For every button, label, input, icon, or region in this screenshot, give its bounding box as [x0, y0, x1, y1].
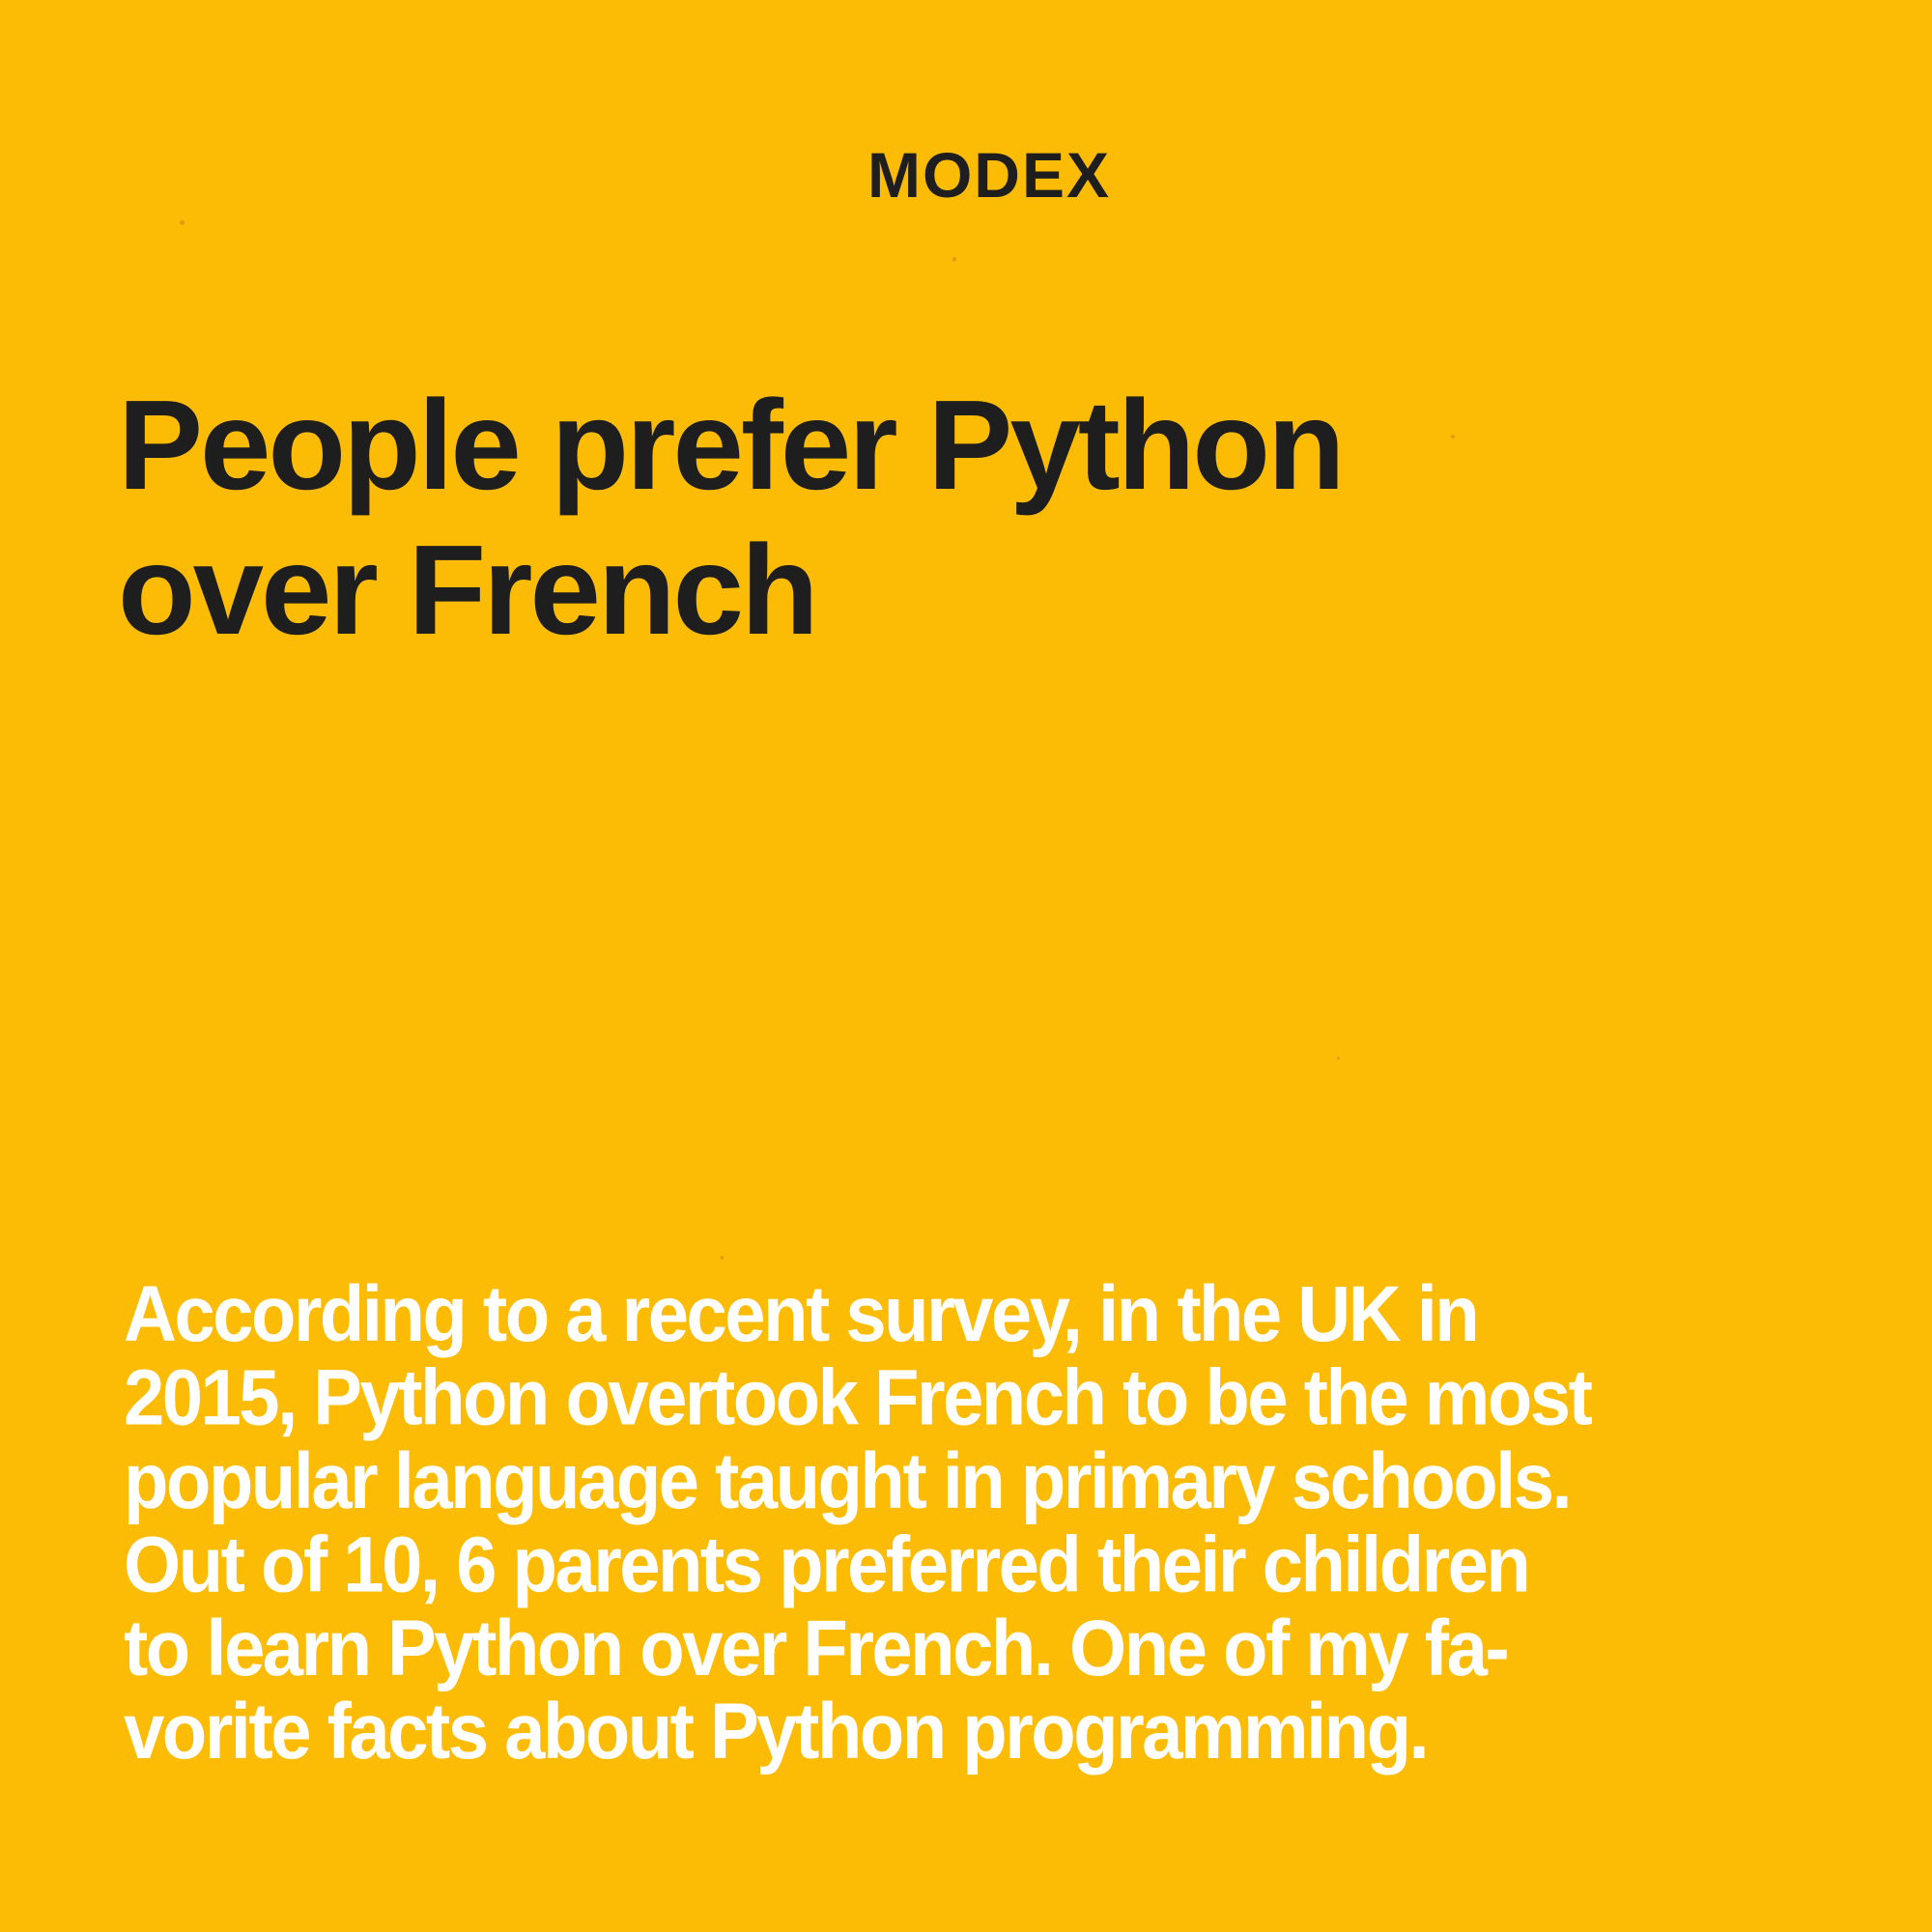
headline-line: People prefer Python — [118, 374, 1346, 516]
body-line: Out of 10, 6 parents preferred their chi… — [124, 1520, 1531, 1609]
body-line: 2015, Python overtook French to be the m… — [124, 1353, 1593, 1442]
body-line: vorite facts about Python programming. — [124, 1687, 1430, 1776]
headline-line: over French — [118, 519, 819, 661]
body-line: popular language taught in primary schoo… — [124, 1436, 1573, 1526]
body-paragraph: According to a recent survey, in the UK … — [124, 1269, 1824, 1776]
paper-speck — [952, 257, 956, 262]
paper-speck — [721, 1256, 724, 1260]
body-line: According to a recent survey, in the UK … — [124, 1269, 1480, 1359]
brand-logo-text: MODEX — [867, 139, 1112, 211]
paper-speck — [1337, 1057, 1340, 1060]
paper-speck — [180, 220, 185, 225]
body-line: to learn Python over French. One of my f… — [124, 1604, 1510, 1693]
headline: People prefer Python over French — [118, 373, 1760, 663]
